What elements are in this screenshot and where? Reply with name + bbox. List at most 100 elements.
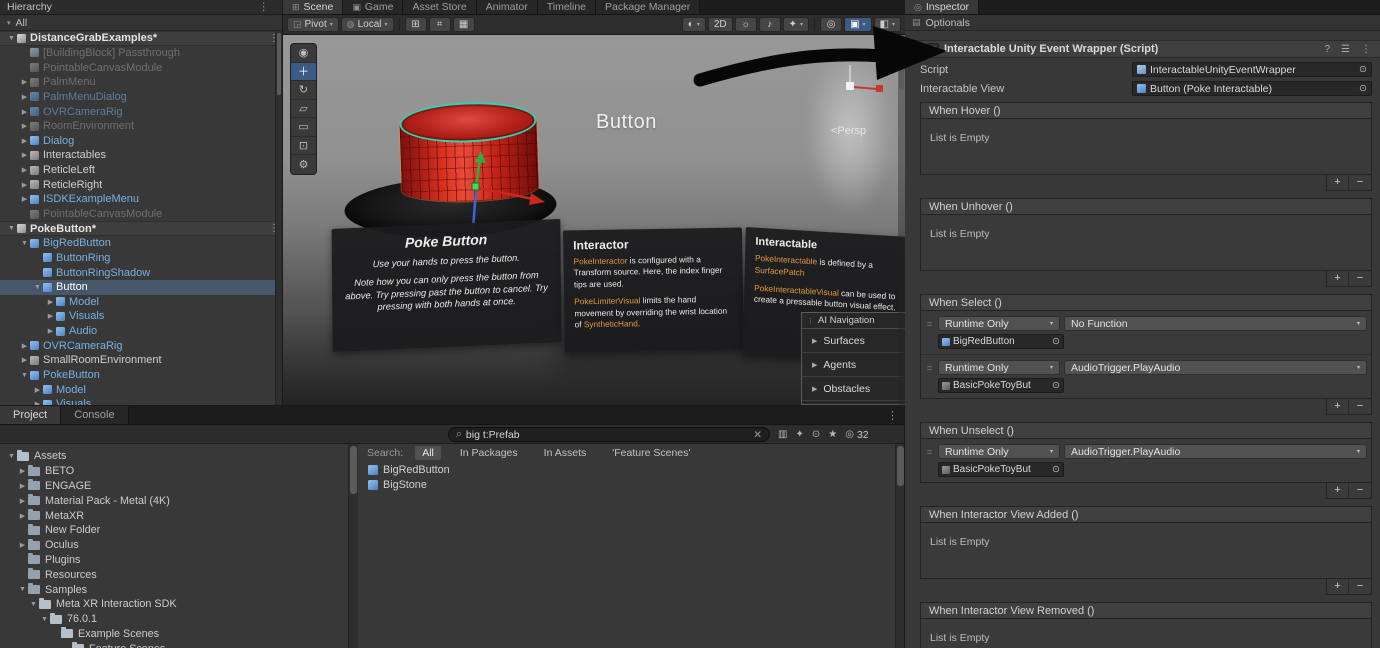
transform-tool[interactable]: ⊡ — [291, 137, 316, 155]
hierarchy-row-bigredbutton[interactable]: ▼ BigRedButton — [0, 236, 282, 251]
event-section-header[interactable]: When Select () — [920, 294, 1372, 311]
target-object-field[interactable]: BigRedButton ⊙ — [938, 334, 1064, 349]
clear-search-icon[interactable]: ✕ — [753, 429, 762, 441]
foldout-closed-icon[interactable]: ▶ — [17, 497, 28, 505]
hierarchy-row-buttonringshadow[interactable]: ButtonRingShadow — [0, 265, 282, 280]
custom-tool[interactable]: ⚙ — [291, 155, 316, 174]
hierarchy-row-pointablecanvasmodule[interactable]: PointableCanvasModule — [0, 60, 282, 75]
tab-game[interactable]: ▣ Game — [343, 0, 404, 14]
event-section-header[interactable]: When Interactor View Added () — [920, 506, 1372, 523]
foldout-open-icon[interactable]: ▼ — [28, 601, 39, 608]
hierarchy-row-palmmenudialog[interactable]: ▶PalmMenuDialog› — [0, 90, 282, 105]
foldout-closed-icon[interactable]: ▶ — [17, 482, 28, 490]
foldout-closed-icon[interactable]: ▶ — [19, 195, 30, 203]
component-enabled-checkbox[interactable]: ✓ — [927, 43, 939, 55]
foldout-closed-icon[interactable]: ▶ — [19, 151, 30, 159]
hierarchy-row-pokebutton[interactable]: ▼ PokeButton* ⋮ — [0, 221, 282, 236]
tab-project[interactable]: Project — [0, 406, 62, 424]
foldout-open-icon[interactable]: ▼ — [6, 35, 17, 42]
filter-dropdown-icon[interactable]: ▾ — [7, 19, 11, 27]
hierarchy-row-buildingblock-passthrough[interactable]: [BuildingBlock] Passthrough — [0, 46, 282, 61]
hierarchy-scrollbar-thumb[interactable] — [277, 33, 281, 95]
star-icon[interactable]: ★ — [828, 429, 837, 440]
project-search-input[interactable]: ⌕ big t:Prefab ✕ — [448, 427, 770, 442]
foldout-closed-icon[interactable]: ▶ — [19, 108, 30, 116]
hierarchy-row-visuals[interactable]: ▶ Visuals — [0, 397, 282, 405]
foldout-open-icon[interactable]: ▼ — [17, 586, 28, 593]
remove-event-button[interactable]: − — [1349, 271, 1371, 286]
folder-row-resources[interactable]: Resources — [0, 567, 348, 582]
gizmos-dropdown[interactable]: ◧ ▾ — [873, 17, 901, 32]
info-icon[interactable]: ⊙ — [812, 429, 820, 440]
object-picker-icon[interactable]: ⊙ — [1359, 64, 1367, 75]
hierarchy-row-visuals[interactable]: ▶ Visuals — [0, 309, 282, 324]
folder-row-assets[interactable]: ▼ Assets — [0, 449, 348, 464]
tab-asset-store[interactable]: Asset Store — [403, 0, 477, 14]
foldout-closed-icon[interactable]: ▶ — [17, 467, 28, 475]
nav-item-surfaces[interactable]: ▶ Surfaces — [802, 329, 905, 353]
foldout-closed-icon[interactable]: ▶ — [17, 512, 28, 520]
filter-chip-all[interactable]: All — [415, 446, 441, 460]
scene-viewport[interactable]: y Button <Persp ◉ ＋ ↻ ▱ ▭ ⊡ ⚙ Poke Button Use y… — [283, 35, 905, 405]
nav-item-agents[interactable]: ▶ Agents — [802, 353, 905, 377]
scene-lighting-button[interactable]: ☼ — [734, 17, 757, 32]
hierarchy-row-buttonring[interactable]: ButtonRing — [0, 251, 282, 266]
hierarchy-row-ovrcamerarig[interactable]: ▶OVRCameraRig› — [0, 338, 282, 353]
effects-dropdown[interactable]: ✦ ▾ — [782, 17, 810, 32]
pivot-dropdown[interactable]: ◲ Pivot ▾ — [287, 17, 339, 32]
foldout-closed-icon[interactable]: ▶ — [19, 342, 30, 350]
add-event-button[interactable]: + — [1327, 579, 1349, 594]
foldout-closed-icon[interactable]: ▶ — [32, 386, 43, 394]
help-icon[interactable]: ? — [1321, 44, 1333, 55]
folder-row-metaxr[interactable]: ▶ MetaXR — [0, 508, 348, 523]
hierarchy-row-palmmenu[interactable]: ▶ PalmMenu — [0, 75, 282, 90]
folder-row-samples[interactable]: ▼ Samples — [0, 582, 348, 597]
results-scrollbar-thumb[interactable] — [897, 446, 904, 486]
foldout-open-icon[interactable]: ▼ — [19, 372, 30, 379]
hierarchy-row-distancegrabexamples[interactable]: ▼ DistanceGrabExamples* ⋮ — [0, 31, 282, 46]
hierarchy-row-button[interactable]: ▼ Button — [0, 279, 282, 295]
foldout-closed-icon[interactable]: ▶ — [19, 137, 30, 145]
object-picker-icon[interactable]: ⊙ — [1359, 83, 1367, 94]
scene-scrollbar[interactable] — [898, 35, 905, 405]
hierarchy-row-reticleright[interactable]: ▶ ReticleRight — [0, 177, 282, 192]
result-row-bigstone[interactable]: BigStone — [358, 477, 895, 492]
grid-visibility-button[interactable]: ▦ — [452, 17, 475, 32]
event-section-header[interactable]: When Hover () — [920, 102, 1372, 119]
results-scrollbar[interactable] — [895, 444, 904, 648]
move-tool[interactable]: ＋ — [291, 62, 316, 81]
hierarchy-row-audio[interactable]: ▶ Audio — [0, 324, 282, 339]
event-section-header[interactable]: When Interactor View Removed () — [920, 602, 1372, 619]
rotate-tool[interactable]: ↻ — [291, 81, 316, 100]
tab-timeline[interactable]: Timeline — [537, 0, 597, 14]
hierarchy-row-model[interactable]: ▶ Model — [0, 295, 282, 310]
result-row-bigredbutton[interactable]: BigRedButton — [358, 462, 895, 477]
scene-audio-button[interactable]: ♪ — [758, 17, 781, 32]
camera-overlay-dropdown[interactable]: ▣ ▾ — [844, 17, 872, 32]
folder-row-material-pack-metal-4k[interactable]: ▶ Material Pack - Metal (4K) — [0, 493, 348, 508]
rect-tool[interactable]: ▭ — [291, 118, 316, 137]
foldout-open-icon[interactable]: ▼ — [39, 616, 50, 623]
scale-tool[interactable]: ▱ — [291, 100, 316, 118]
folder-row-feature-scenes[interactable]: Feature Scenes — [0, 641, 348, 648]
add-event-button[interactable]: + — [1327, 175, 1349, 190]
event-section-header[interactable]: When Unselect () — [920, 422, 1372, 439]
favorite-search-icon[interactable]: ✦ — [795, 429, 803, 440]
hierarchy-row-dialog[interactable]: ▶Dialog› — [0, 133, 282, 148]
folder-row-engage[interactable]: ▶ ENGAGE — [0, 479, 348, 494]
add-event-button[interactable]: + — [1327, 399, 1349, 414]
preset-icon[interactable]: ▥ — [778, 429, 787, 440]
function-dropdown[interactable]: AudioTrigger.PlayAudio ▾ — [1064, 444, 1367, 459]
scene-scrollbar-thumb[interactable] — [899, 39, 904, 89]
folder-row-76-0-1[interactable]: ▼ 76.0.1 — [0, 612, 348, 627]
hierarchy-row-roomenvironment[interactable]: ▶ RoomEnvironment — [0, 119, 282, 134]
optionals-row[interactable]: ▤ Optionals — [905, 15, 1380, 31]
handle-rotation-dropdown[interactable]: ◍ Local ▾ — [340, 17, 394, 32]
tab-animator[interactable]: Animator — [476, 0, 538, 14]
remove-event-button[interactable]: − — [1349, 175, 1371, 190]
foldout-closed-icon[interactable]: ▶ — [45, 298, 56, 306]
remove-event-button[interactable]: − — [1349, 399, 1371, 414]
mode-2d-button[interactable]: 2D — [707, 17, 733, 32]
object-picker-icon[interactable]: ⊙ — [1052, 380, 1060, 391]
tab-inspector[interactable]: ◎ Inspector — [905, 0, 980, 14]
